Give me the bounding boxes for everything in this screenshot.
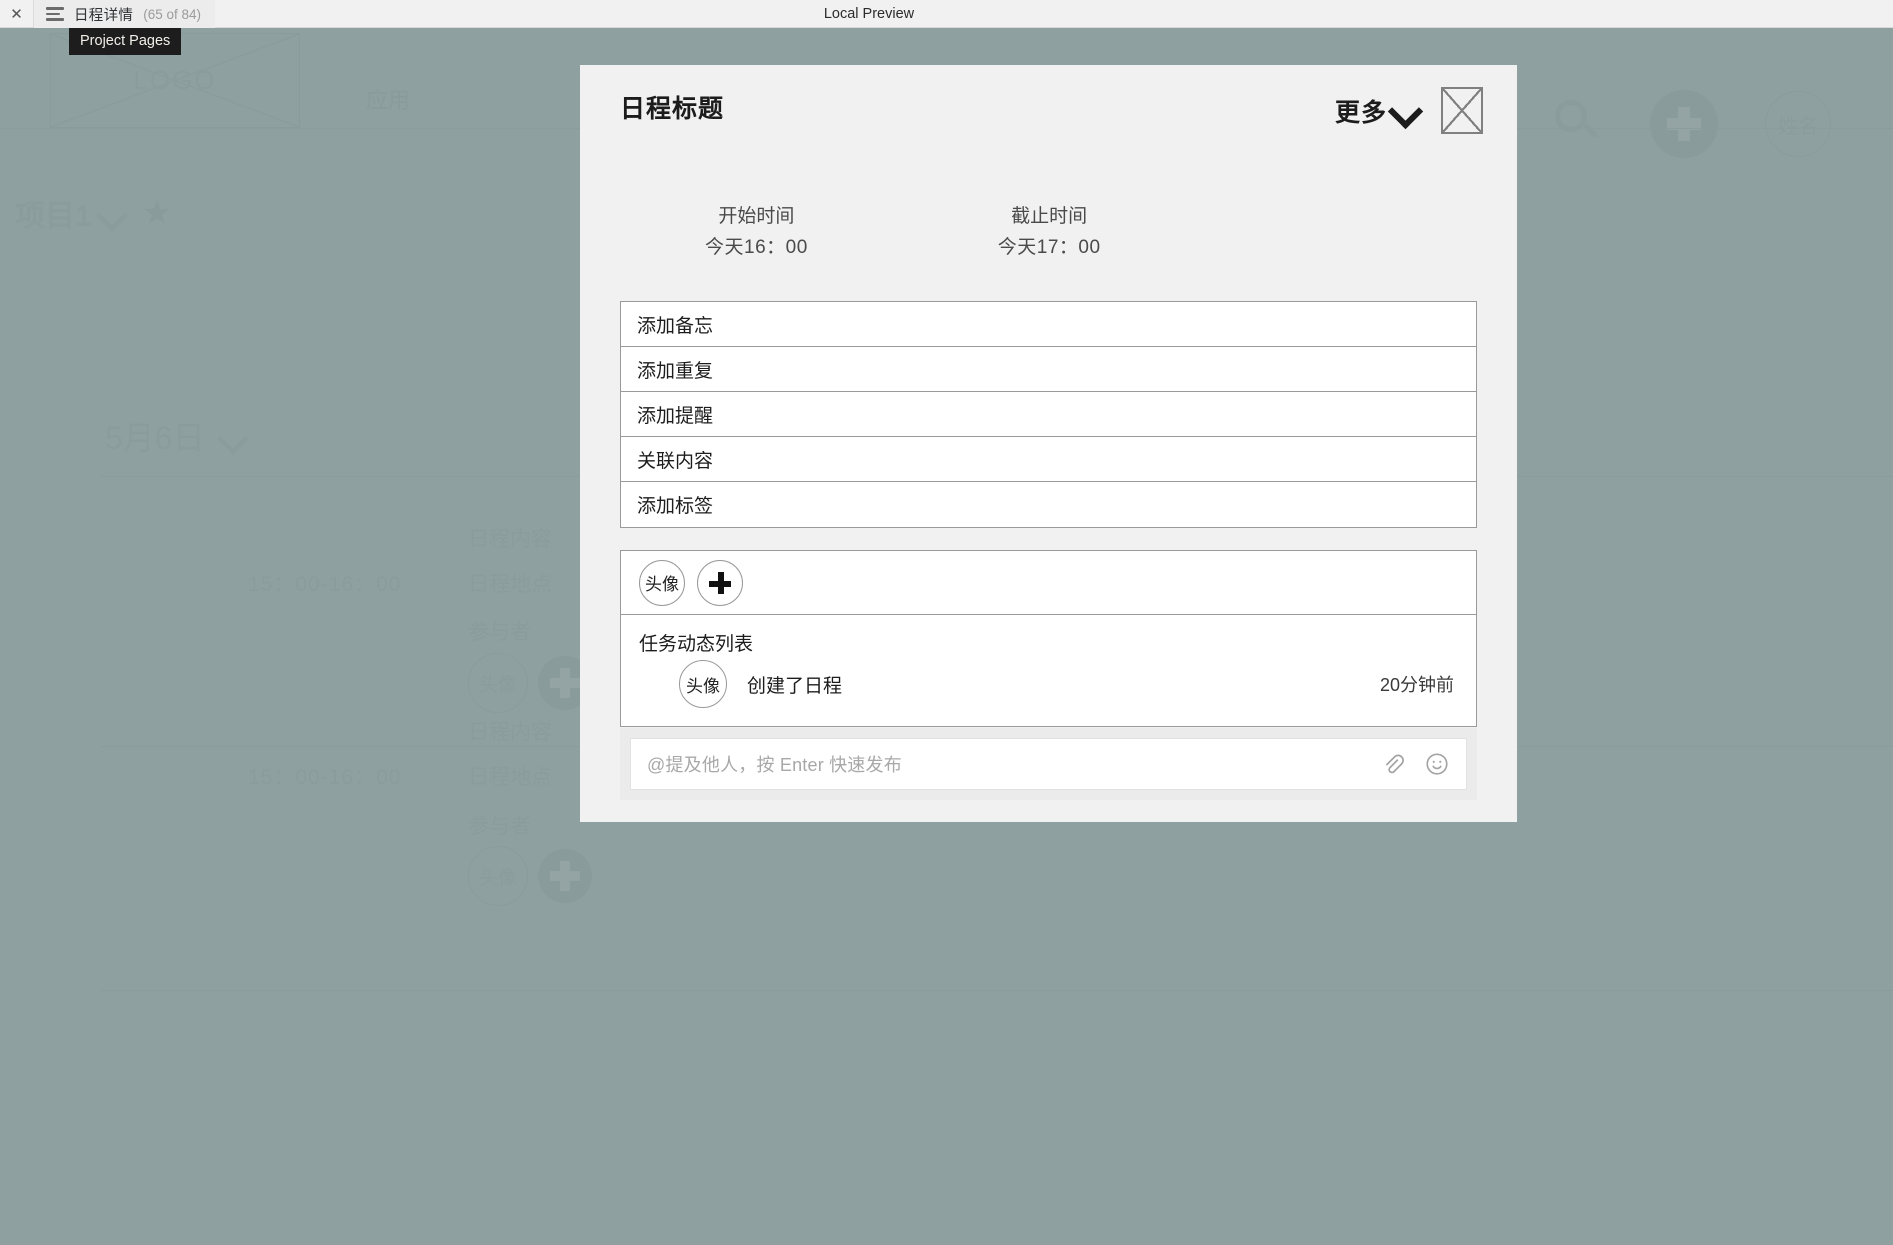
tab-title: 日程详情 [74, 7, 134, 24]
event-time: 15：00-16：00 [248, 766, 402, 789]
tab-schedule-detail[interactable]: 日程详情 (65 of 84) [34, 0, 215, 28]
toolbar-right-spacer [1523, 0, 1893, 27]
background-project-selector[interactable]: 项目1 ★ [15, 191, 172, 235]
event-title: 日程内容 [468, 721, 552, 744]
avatar[interactable]: 头像 [639, 559, 685, 606]
background-date-label: 5月6日 [105, 420, 205, 456]
option-row-memo[interactable]: 添加备忘 [621, 302, 1476, 347]
activity-timestamp: 20分钟前 [1379, 675, 1454, 695]
event-participants[interactable]: 头像 [468, 846, 592, 906]
tab-page-count: (65 of 84) [143, 6, 201, 22]
background-project-label: 项目1 [15, 200, 92, 233]
attachment-icon[interactable] [1380, 751, 1406, 777]
event-participants-label: 参与者 [468, 621, 531, 644]
search-icon[interactable] [1555, 100, 1601, 146]
activity-list-title: 任务动态列表 [639, 634, 754, 655]
list-item[interactable]: 日程内容 [468, 523, 552, 553]
event-participants-label: 参与者 [468, 815, 531, 838]
add-participant-icon[interactable] [697, 559, 743, 606]
more-label: 更多 [1334, 98, 1387, 127]
hamburger-menu-icon[interactable] [46, 7, 64, 21]
start-time-block[interactable]: 开始时间 今天16：00 [705, 201, 808, 259]
plus-circle-icon[interactable] [1650, 90, 1718, 158]
modal-header: 日程标题 更多 [580, 65, 1517, 149]
participants-row: 头像 [621, 551, 1476, 615]
close-icon[interactable]: ✕ [0, 0, 34, 27]
comment-bar: @提及他人，按 Enter 快速发布 [620, 728, 1477, 800]
avatar[interactable]: 头像 [468, 846, 528, 906]
option-row-repeat[interactable]: 添加重复 [621, 347, 1476, 392]
more-button[interactable]: 更多 [1335, 93, 1419, 129]
start-time-value: 今天16：00 [705, 237, 808, 258]
preview-mode-label: Local Preview [823, 5, 915, 22]
close-icon[interactable] [1441, 87, 1483, 134]
add-participant-icon[interactable] [538, 849, 592, 903]
top-toolbar: ✕ 日程详情 (65 of 84) Local Preview [0, 0, 1893, 28]
end-time-label: 截止时间 [1011, 206, 1088, 227]
event-title: 日程内容 [468, 528, 552, 551]
list-item[interactable]: 日程内容 [468, 716, 552, 746]
avatar[interactable]: 姓名 [1765, 91, 1831, 157]
schedule-detail-modal: 日程标题 更多 开始时间 今天16：00 截止时间 今天17：00 添加备忘 添… [580, 65, 1517, 822]
comment-actions [1380, 751, 1450, 777]
comment-input[interactable]: @提及他人，按 Enter 快速发布 [630, 738, 1467, 790]
start-time-label: 开始时间 [718, 206, 795, 227]
emoji-icon[interactable] [1424, 751, 1450, 777]
event-participants[interactable]: 头像 [468, 653, 592, 713]
chevron-down-icon [219, 427, 249, 445]
option-row-reminder[interactable]: 添加提醒 [621, 392, 1476, 437]
row-divider [100, 990, 1893, 991]
tooltip-project-pages: Project Pages [69, 28, 182, 55]
activity-list: 任务动态列表 头像 创建了日程 20分钟前 [621, 615, 1476, 726]
avatar[interactable]: 头像 [468, 653, 528, 713]
comment-placeholder: @提及他人，按 Enter 快速发布 [647, 755, 902, 775]
background-date-selector[interactable]: 5月6日 [105, 413, 249, 459]
event-place: 日程地点 [468, 766, 552, 789]
background-apply-label: 应用 [366, 88, 411, 113]
chevron-down-icon [1389, 99, 1419, 129]
star-icon: ★ [141, 194, 173, 232]
avatar: 头像 [679, 660, 727, 708]
page-title: 日程标题 [620, 95, 725, 123]
activity-text: 创建了日程 [747, 675, 843, 697]
list-item: 头像 创建了日程 20分钟前 [621, 660, 1476, 708]
time-summary: 开始时间 今天16：00 截止时间 今天17：00 [580, 149, 1517, 259]
event-time: 15：00-16：00 [248, 573, 402, 596]
participants-activity-card: 头像 任务动态列表 头像 创建了日程 20分钟前 [620, 550, 1477, 727]
modal-header-actions: 更多 [1335, 87, 1483, 134]
end-time-block[interactable]: 截止时间 今天17：00 [998, 201, 1101, 259]
event-place: 日程地点 [468, 573, 552, 596]
option-row-tag[interactable]: 添加标签 [621, 482, 1476, 527]
options-card: 添加备忘 添加重复 添加提醒 关联内容 添加标签 [620, 301, 1477, 528]
chevron-down-icon [98, 204, 128, 222]
end-time-value: 今天17：00 [997, 237, 1101, 258]
option-row-related-content[interactable]: 关联内容 [621, 437, 1476, 482]
